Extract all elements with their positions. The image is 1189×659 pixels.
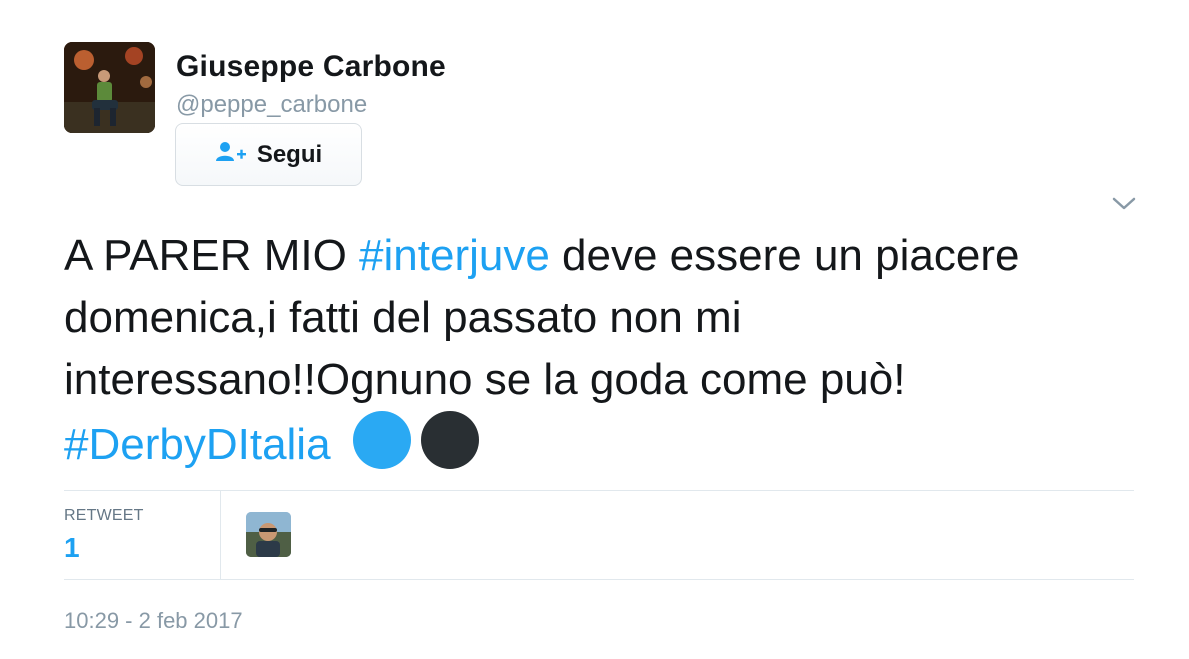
retweeter-avatar[interactable] bbox=[246, 512, 291, 557]
retweet-count[interactable]: 1 bbox=[64, 532, 80, 564]
black-circle-emoji-icon bbox=[420, 411, 479, 469]
hashtag-link[interactable]: #interjuve bbox=[359, 231, 550, 280]
hashtag-link[interactable]: #DerbyDItalia bbox=[64, 420, 331, 469]
follow-button[interactable]: Segui bbox=[175, 123, 362, 186]
add-user-icon bbox=[215, 141, 247, 168]
follow-button-label: Segui bbox=[256, 140, 323, 168]
avatar-photo-icon bbox=[246, 512, 291, 557]
tweet-card: Giuseppe Carbone @peppe_carbone Segui A … bbox=[0, 0, 1189, 659]
author-avatar[interactable] bbox=[64, 42, 155, 133]
tweet-text-segment: A PARER MIO bbox=[64, 231, 360, 280]
tweet-stats: RETWEET 1 bbox=[64, 490, 1134, 579]
tweet-text: A PARER MIO #interjuve deve essere un pi… bbox=[64, 225, 1144, 476]
blue-circle-emoji-icon bbox=[352, 411, 411, 469]
retweet-stat[interactable]: RETWEET 1 bbox=[64, 490, 221, 579]
retweet-stat-label: RETWEET bbox=[64, 507, 144, 524]
divider bbox=[64, 579, 1134, 580]
avatar-photo-icon bbox=[64, 42, 155, 133]
author-name[interactable]: Giuseppe Carbone bbox=[176, 50, 446, 84]
chevron-down-icon[interactable] bbox=[1110, 192, 1138, 214]
author-handle[interactable]: @peppe_carbone bbox=[176, 91, 367, 119]
tweet-timestamp[interactable]: 10:29 - 2 feb 2017 bbox=[64, 608, 243, 634]
